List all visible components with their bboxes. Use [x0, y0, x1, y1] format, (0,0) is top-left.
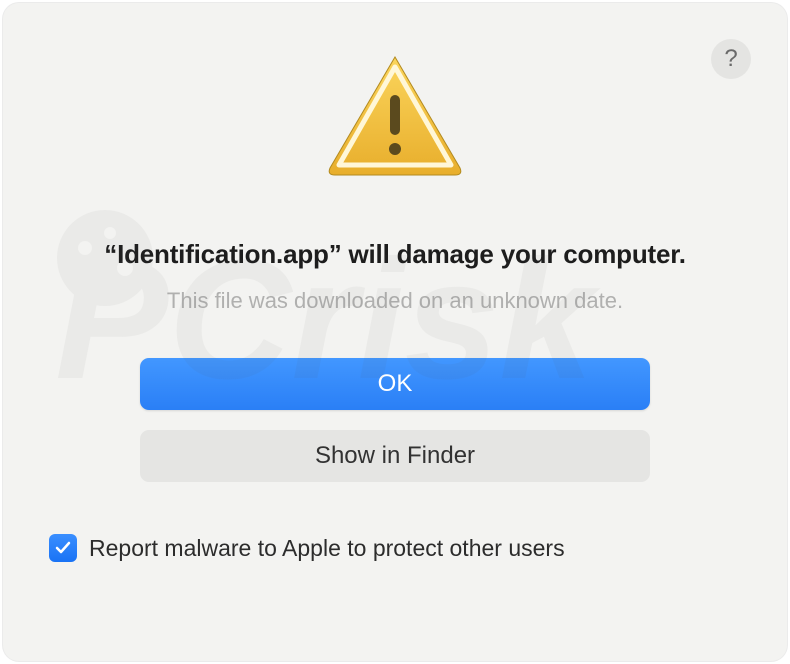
dialog-title: “Identification.app” will damage your co… — [104, 239, 685, 270]
help-button[interactable]: ? — [711, 39, 751, 79]
show-in-finder-button[interactable]: Show in Finder — [140, 430, 650, 482]
report-checkbox-label: Report malware to Apple to protect other… — [89, 535, 565, 562]
checkmark-icon — [54, 539, 72, 557]
button-group: OK Show in Finder — [140, 358, 650, 482]
ok-button[interactable]: OK — [140, 358, 650, 410]
dialog-subtitle: This file was downloaded on an unknown d… — [167, 288, 623, 314]
report-checkbox-row: Report malware to Apple to protect other… — [49, 534, 565, 562]
report-checkbox[interactable] — [49, 534, 77, 562]
warning-icon — [325, 53, 465, 183]
help-icon: ? — [724, 45, 737, 73]
alert-dialog: PCrisk ? “Identification.app” will damag… — [3, 3, 787, 661]
